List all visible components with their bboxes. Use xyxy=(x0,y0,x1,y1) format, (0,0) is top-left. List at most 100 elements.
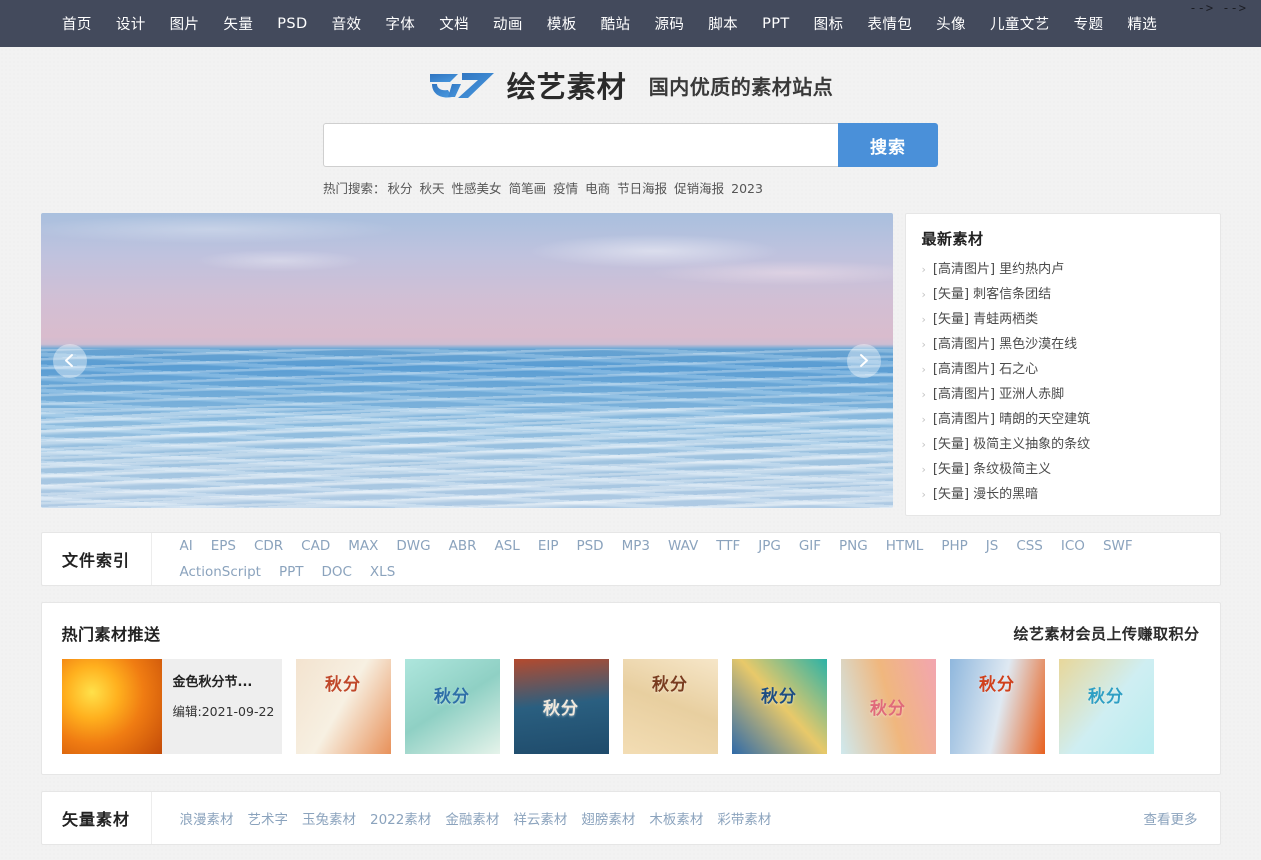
nav-item-14[interactable]: 图标 xyxy=(814,13,844,34)
nav-item-1[interactable]: 设计 xyxy=(116,13,146,34)
search-box: 搜索 xyxy=(323,123,938,167)
member-upload-points-link[interactable]: 绘艺素材会员上传赚取积分 xyxy=(1013,623,1199,644)
search-button[interactable]: 搜索 xyxy=(838,123,938,167)
file-index-tag-js[interactable]: JS xyxy=(986,538,999,554)
file-index-tag-swf[interactable]: SWF xyxy=(1103,538,1133,554)
nav-item-7[interactable]: 文档 xyxy=(439,13,469,34)
vector-tag-7[interactable]: 木板素材 xyxy=(649,808,703,828)
material-thumbnail[interactable]: 秋分 xyxy=(296,659,391,754)
file-index-tag-jpg[interactable]: JPG xyxy=(758,538,781,554)
hot-keyword-6[interactable]: 节日海报 xyxy=(617,181,667,196)
nav-item-2[interactable]: 图片 xyxy=(170,13,200,34)
vector-tag-3[interactable]: 2022素材 xyxy=(370,808,431,828)
nav-item-10[interactable]: 酷站 xyxy=(601,13,631,34)
nav-item-9[interactable]: 模板 xyxy=(547,13,577,34)
hot-keyword-1[interactable]: 秋天 xyxy=(420,181,445,196)
site-logo-text: 绘艺素材 xyxy=(507,64,627,106)
latest-item[interactable]: ›[高清图片] 晴朗的天空建筑 xyxy=(922,407,1204,432)
file-index-tag-doc[interactable]: DOC xyxy=(321,564,351,580)
latest-item-label: [矢量] 青蛙两栖类 xyxy=(933,307,1038,332)
material-thumbnail[interactable]: 秋分 xyxy=(514,659,609,754)
file-index-tag-xls[interactable]: XLS xyxy=(370,564,395,580)
latest-item[interactable]: ›[矢量] 青蛙两栖类 xyxy=(922,307,1204,332)
nav-item-19[interactable]: 精选 xyxy=(1127,13,1157,34)
file-index-tag-php[interactable]: PHP xyxy=(941,538,967,554)
banner-sea-foam xyxy=(41,408,893,508)
latest-item-label: [高清图片] 黑色沙漠在线 xyxy=(933,332,1077,357)
featured-material-card[interactable]: 金色秋分节... 编辑:2021-09-22 xyxy=(62,659,282,754)
nav-item-15[interactable]: 表情包 xyxy=(867,13,912,34)
logo-link[interactable]: 绘艺素材 xyxy=(428,64,627,106)
file-index-tag-wav[interactable]: WAV xyxy=(668,538,698,554)
latest-item[interactable]: ›[矢量] 极简主义抽象的条纹 xyxy=(922,432,1204,457)
file-index-tag-png[interactable]: PNG xyxy=(839,538,868,554)
file-index-tag-dwg[interactable]: DWG xyxy=(396,538,430,554)
view-more-link[interactable]: 查看更多 xyxy=(1144,792,1220,844)
file-index-tag-css[interactable]: CSS xyxy=(1016,538,1043,554)
vector-tag-8[interactable]: 彩带素材 xyxy=(717,808,771,828)
material-thumbnail[interactable]: 秋分 xyxy=(1059,659,1154,754)
nav-item-0[interactable]: 首页 xyxy=(62,13,92,34)
carousel-next-arrow-icon[interactable] xyxy=(847,344,881,378)
vector-tag-2[interactable]: 玉兔素材 xyxy=(302,808,356,828)
file-index-tag-psd[interactable]: PSD xyxy=(576,538,603,554)
file-index-tag-ai[interactable]: AI xyxy=(180,538,193,554)
nav-item-11[interactable]: 源码 xyxy=(654,13,684,34)
file-index-tag-cdr[interactable]: CDR xyxy=(254,538,283,554)
hot-keyword-2[interactable]: 性感美女 xyxy=(452,181,502,196)
vector-tag-4[interactable]: 金融素材 xyxy=(445,808,499,828)
vector-tag-6[interactable]: 翅膀素材 xyxy=(581,808,635,828)
banner-and-latest-band: 最新素材 ›[高清图片] 里约热内卢›[矢量] 刺客信条团结›[矢量] 青蛙两栖… xyxy=(41,213,1221,516)
nav-item-16[interactable]: 头像 xyxy=(936,13,966,34)
vector-tag-1[interactable]: 艺术字 xyxy=(248,808,289,828)
file-index-tag-abr[interactable]: ABR xyxy=(449,538,477,554)
file-index-tag-cad[interactable]: CAD xyxy=(301,538,330,554)
file-index-tag-mp3[interactable]: MP3 xyxy=(622,538,650,554)
vector-tag-5[interactable]: 祥云素材 xyxy=(513,808,567,828)
file-index-tag-eps[interactable]: EPS xyxy=(211,538,236,554)
hot-keyword-0[interactable]: 秋分 xyxy=(388,181,413,196)
nav-item-6[interactable]: 字体 xyxy=(385,13,415,34)
nav-item-12[interactable]: 脚本 xyxy=(708,13,738,34)
thumbnail-glyph: 秋分 xyxy=(732,689,827,707)
hot-keyword-7[interactable]: 促销海报 xyxy=(674,181,724,196)
carousel-prev-arrow-icon[interactable] xyxy=(53,344,87,378)
material-thumbnail[interactable]: 秋分 xyxy=(841,659,936,754)
file-index-tag-eip[interactable]: EIP xyxy=(538,538,559,554)
latest-item[interactable]: ›[高清图片] 黑色沙漠在线 xyxy=(922,332,1204,357)
banner-carousel[interactable] xyxy=(41,213,893,508)
material-thumbnail[interactable]: 秋分 xyxy=(732,659,827,754)
file-index-tag-max[interactable]: MAX xyxy=(348,538,378,554)
file-index-tag-asl[interactable]: ASL xyxy=(494,538,519,554)
nav-item-13[interactable]: PPT xyxy=(762,16,790,32)
latest-item[interactable]: ›[高清图片] 里约热内卢 xyxy=(922,257,1204,282)
search-input[interactable] xyxy=(323,123,838,167)
material-thumbnail[interactable]: 秋分 xyxy=(623,659,718,754)
hot-keyword-3[interactable]: 简笔画 xyxy=(509,181,547,196)
nav-item-3[interactable]: 矢量 xyxy=(223,13,253,34)
file-index-tag-ttf[interactable]: TTF xyxy=(716,538,740,554)
material-thumbnail[interactable]: 秋分 xyxy=(950,659,1045,754)
file-index-tag-ppt[interactable]: PPT xyxy=(279,564,304,580)
nav-item-17[interactable]: 儿童文艺 xyxy=(990,13,1050,34)
file-index-tag-gif[interactable]: GIF xyxy=(799,538,821,554)
nav-item-4[interactable]: PSD xyxy=(277,16,307,32)
latest-item[interactable]: ›[矢量] 条纹极简主义 xyxy=(922,457,1204,482)
file-index-tag-ico[interactable]: ICO xyxy=(1061,538,1085,554)
material-thumbnail[interactable]: 秋分 xyxy=(405,659,500,754)
latest-item[interactable]: ›[矢量] 漫长的黑暗 xyxy=(922,482,1204,507)
hot-keyword-8[interactable]: 2023 xyxy=(731,181,763,196)
file-index-tag-actionscript[interactable]: ActionScript xyxy=(180,564,261,580)
file-index-tag-html[interactable]: HTML xyxy=(886,538,924,554)
latest-item[interactable]: ›[矢量] 刺客信条团结 xyxy=(922,282,1204,307)
file-index-card: 文件索引 AIEPSCDRCADMAXDWGABRASLEIPPSDMP3WAV… xyxy=(41,532,1221,586)
latest-item[interactable]: ›[高清图片] 亚洲人赤脚 xyxy=(922,382,1204,407)
vector-tag-0[interactable]: 浪漫素材 xyxy=(180,808,234,828)
latest-item[interactable]: ›[高清图片] 石之心 xyxy=(922,357,1204,382)
nav-item-18[interactable]: 专题 xyxy=(1074,13,1104,34)
nav-item-5[interactable]: 音效 xyxy=(332,13,362,34)
featured-material-thumbnail xyxy=(62,659,162,754)
hot-keyword-5[interactable]: 电商 xyxy=(585,181,610,196)
nav-item-8[interactable]: 动画 xyxy=(493,13,523,34)
hot-keyword-4[interactable]: 疫情 xyxy=(553,181,578,196)
